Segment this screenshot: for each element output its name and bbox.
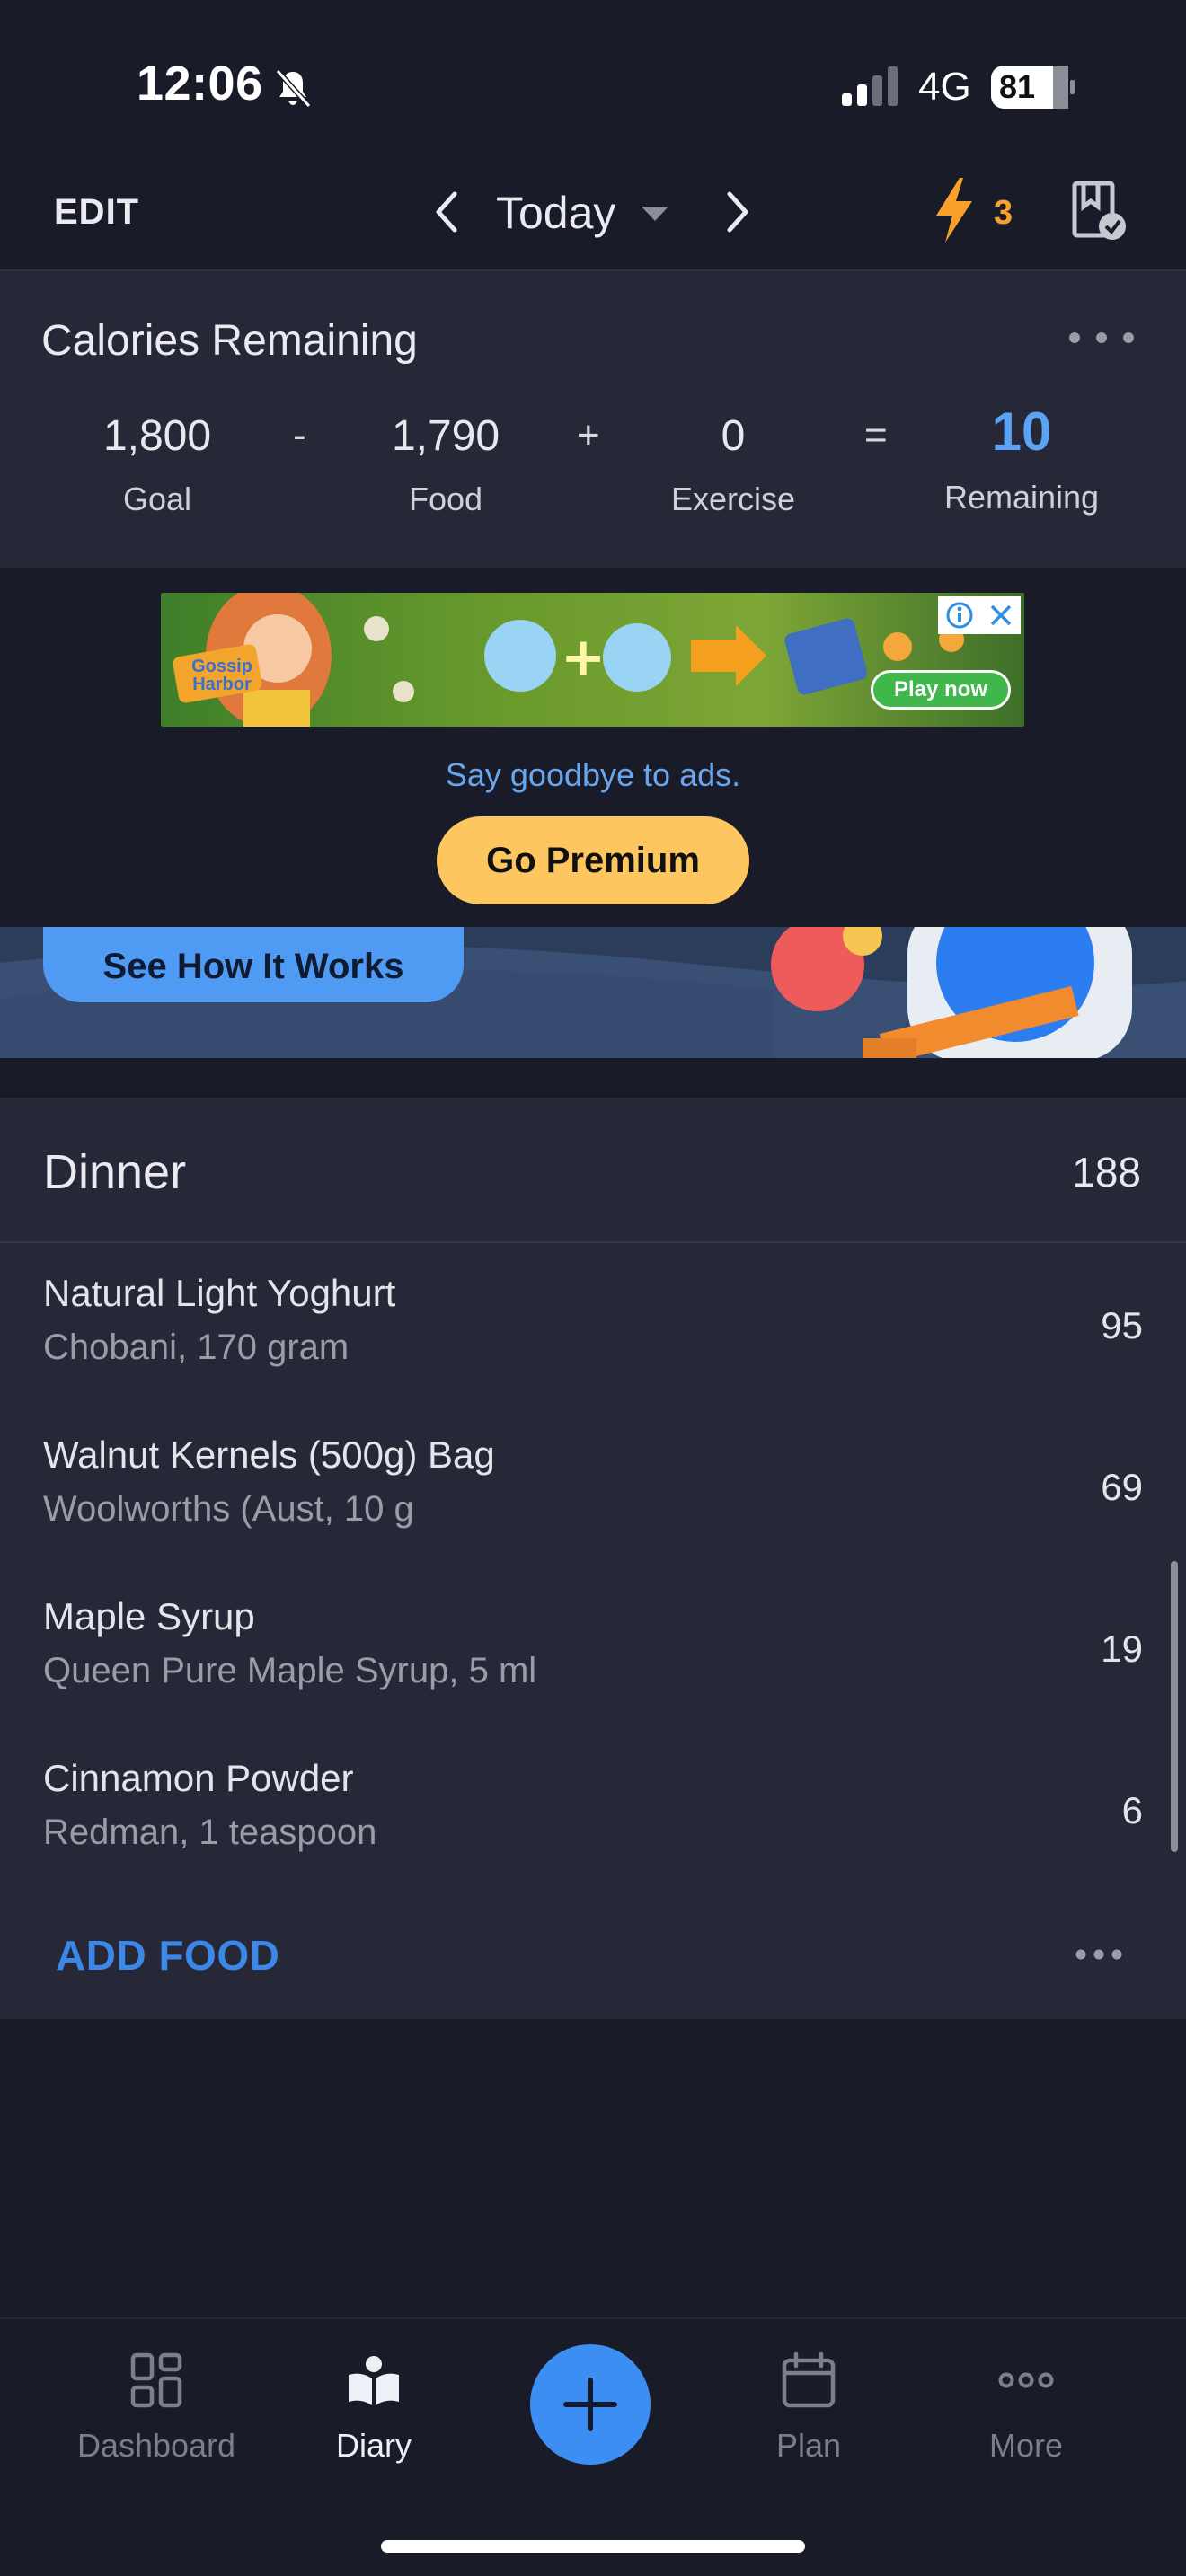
date-selector[interactable]: Today xyxy=(496,187,615,239)
ad-banner[interactable]: + Gossip Harbor Play now xyxy=(161,593,1024,727)
tab-more[interactable]: More xyxy=(918,2351,1134,2477)
tab-diary[interactable]: Diary xyxy=(266,2351,482,2477)
ad-play-label: Play now xyxy=(893,677,988,701)
exercise-label: Exercise xyxy=(670,481,796,517)
food-value: 1,790 xyxy=(391,412,500,460)
info-icon[interactable] xyxy=(945,601,974,630)
remaining-label: Remaining xyxy=(943,479,1100,516)
exercise-value: 0 xyxy=(721,412,746,460)
tab-label: More xyxy=(988,2427,1064,2464)
add-entry-button[interactable] xyxy=(530,2344,651,2465)
see-how-it-works-button[interactable]: See How It Works xyxy=(43,927,464,1002)
food-name: Natural Light Yoghurt xyxy=(43,1272,396,1314)
edit-button[interactable]: EDIT xyxy=(54,192,139,233)
food-detail: Redman, 1 teaspoon xyxy=(43,1813,377,1852)
food-calories: 95 xyxy=(1101,1304,1143,1346)
ad-play-button[interactable]: Play now xyxy=(871,670,1011,710)
add-food-button[interactable]: ADD FOOD xyxy=(56,1931,279,1980)
tab-label: Plan xyxy=(775,2427,842,2464)
calories-food[interactable]: 1,790 Food xyxy=(338,411,553,518)
goal-value: 1,800 xyxy=(102,412,212,460)
book-icon xyxy=(349,2356,399,2405)
remove-ads-link[interactable]: Say goodbye to ads. xyxy=(0,756,1186,794)
svg-text:+: + xyxy=(561,626,606,689)
signal-icon xyxy=(842,66,898,106)
scrollbar[interactable] xyxy=(1171,1561,1178,1852)
ad-choices[interactable] xyxy=(938,596,1021,634)
grid-icon xyxy=(130,2352,182,2408)
bell-muted-icon xyxy=(275,68,312,109)
plus-icon xyxy=(563,2378,617,2431)
food-name: Cinnamon Powder xyxy=(43,1757,354,1799)
food-detail: Queen Pure Maple Syrup, 5 ml xyxy=(43,1651,537,1690)
meal-title: Dinner xyxy=(43,1145,187,1199)
ad-logo-text: Gossip Harbor xyxy=(191,657,252,694)
food-calories: 69 xyxy=(1101,1466,1143,1508)
more-options-icon[interactable] xyxy=(1075,1947,1123,1962)
food-label: Food xyxy=(408,481,483,517)
food-name: Maple Syrup xyxy=(43,1595,255,1637)
lightning-icon[interactable] xyxy=(931,176,978,244)
calendar-icon xyxy=(782,2351,836,2408)
food-detail: Chobani, 170 gram xyxy=(43,1328,350,1367)
chevron-left-icon[interactable] xyxy=(429,187,465,237)
more-options-icon[interactable] xyxy=(1066,331,1137,345)
calories-remaining[interactable]: 10 Remaining xyxy=(914,401,1129,516)
calories-title: Calories Remaining xyxy=(41,317,418,365)
chevron-right-icon[interactable] xyxy=(719,187,755,237)
battery-level: 81 xyxy=(999,68,1036,105)
tab-plan[interactable]: Plan xyxy=(701,2351,916,2477)
food-name: Walnut Kernels (500g) Bag xyxy=(43,1434,495,1476)
network-type: 4G xyxy=(918,65,971,109)
battery-indicator: 81 xyxy=(990,65,1076,110)
tab-dashboard[interactable]: Dashboard xyxy=(49,2351,264,2477)
calories-exercise[interactable]: 0 Exercise xyxy=(625,411,841,518)
go-premium-button[interactable]: Go Premium xyxy=(437,816,749,904)
home-indicator xyxy=(381,2540,805,2553)
bookmark-check-icon[interactable] xyxy=(1071,180,1128,243)
close-icon[interactable] xyxy=(988,603,1013,628)
remaining-value: 10 xyxy=(991,401,1052,462)
more-icon xyxy=(998,2372,1054,2388)
minus-operator: - xyxy=(293,413,306,457)
tab-label: Dashboard xyxy=(76,2427,236,2464)
food-detail: Woolworths (Aust, 10 g xyxy=(43,1489,414,1529)
food-calories: 19 xyxy=(1101,1628,1143,1670)
status-time: 12:06 xyxy=(137,57,263,110)
caret-down-icon[interactable] xyxy=(640,205,670,223)
plus-operator: + xyxy=(577,413,600,457)
calories-goal[interactable]: 1,800 Goal xyxy=(49,411,265,518)
tab-label: Diary xyxy=(335,2427,412,2464)
equals-operator: = xyxy=(864,413,888,457)
food-calories: 6 xyxy=(1121,1789,1143,1831)
meal-total-calories: 188 xyxy=(1072,1149,1141,1195)
streak-count[interactable]: 3 xyxy=(994,194,1013,233)
goal-label: Goal xyxy=(122,481,192,517)
